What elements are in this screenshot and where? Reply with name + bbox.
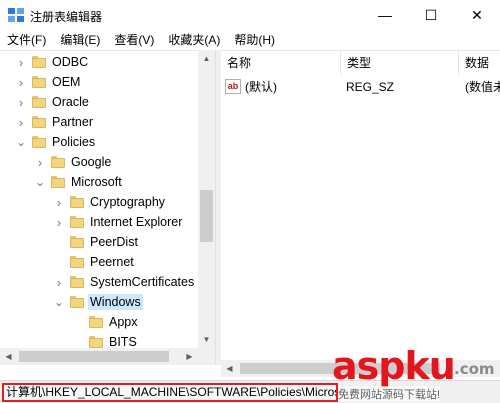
chevron-right-icon[interactable]: › <box>16 112 26 132</box>
watermark-suffix-text: .com <box>454 360 495 378</box>
menu-edit[interactable]: 编辑(E) <box>53 30 107 50</box>
close-button[interactable]: ✕ <box>454 0 500 30</box>
folder-icon <box>32 96 46 108</box>
scroll-left-arrow-icon[interactable]: ◀ <box>0 348 17 365</box>
tree-item[interactable]: › Internet Explorer <box>0 212 198 232</box>
tree-item[interactable]: › Partner <box>0 112 198 132</box>
tree-horizontal-scrollbar[interactable]: ◀ ▶ <box>0 348 215 365</box>
folder-icon <box>32 116 46 128</box>
folder-icon <box>70 216 84 228</box>
folder-icon <box>32 136 46 148</box>
values-list: 名称 类型 数据 ab (默认) REG_SZ (数值未 <box>221 50 500 365</box>
regedit-app-icon <box>8 8 24 22</box>
maximize-icon: ☐ <box>424 6 438 23</box>
tree-item[interactable]: ⌄ Policies <box>0 132 198 152</box>
registry-path: 计算机\HKEY_LOCAL_MACHINE\SOFTWARE\Policies… <box>2 383 338 402</box>
tree-item[interactable]: › Google <box>0 152 198 172</box>
tree-vertical-scrollbar[interactable]: ▲ ▼ <box>198 50 215 348</box>
chevron-right-icon[interactable]: › <box>54 212 64 232</box>
chevron-down-icon[interactable]: ⌄ <box>35 172 45 192</box>
value-name: (默认) <box>245 80 277 94</box>
folder-icon <box>89 316 103 328</box>
chevron-right-icon[interactable]: › <box>54 192 64 212</box>
tree-item[interactable]: Appx <box>0 312 198 332</box>
folder-icon <box>89 336 103 348</box>
menu-file[interactable]: 文件(F) <box>0 30 53 50</box>
chevron-right-icon[interactable]: › <box>16 52 26 72</box>
tree-item[interactable]: › SystemCertificates <box>0 272 198 292</box>
column-header-data[interactable]: 数据 <box>459 51 500 75</box>
value-type: REG_SZ <box>346 80 395 94</box>
maximize-button[interactable]: ☐ <box>408 0 454 30</box>
close-icon: ✕ <box>471 6 483 23</box>
folder-icon <box>70 256 84 268</box>
registry-tree: › ODBC › OEM › Oracle › Partner ⌄ Policies › Google… <box>0 50 215 365</box>
minimize-button[interactable]: — <box>362 0 408 30</box>
tree-item[interactable]: › Cryptography <box>0 192 198 212</box>
chevron-down-icon[interactable]: ⌄ <box>16 132 26 152</box>
tree-item-label: ODBC <box>52 55 89 69</box>
tree-item-label: SystemCertificates <box>90 275 195 289</box>
tree-item-label: Windows <box>88 294 143 310</box>
tree-item-label: Partner <box>52 115 93 129</box>
tree-item-label: Policies <box>52 135 96 149</box>
tree-item-label: Peernet <box>90 255 134 269</box>
tree-item-label: PeerDist <box>90 235 138 249</box>
menu-bar: 文件(F) 编辑(E) 查看(V) 收藏夹(A) 帮助(H) <box>0 30 500 50</box>
tree-item[interactable]: PeerDist <box>0 232 198 252</box>
tree-item[interactable]: ⌄ Windows <box>0 292 198 312</box>
menu-help[interactable]: 帮助(H) <box>227 30 282 50</box>
tree-item-label: OEM <box>52 75 81 89</box>
tree-item-label: Internet Explorer <box>90 215 183 229</box>
tree-item[interactable]: › Oracle <box>0 92 198 112</box>
scroll-up-arrow-icon[interactable]: ▲ <box>198 50 215 67</box>
column-header-type[interactable]: 类型 <box>341 51 459 75</box>
tree-item[interactable]: › OEM <box>0 72 198 92</box>
title-bar: 注册表编辑器 — ☐ ✕ <box>0 0 500 30</box>
chevron-right-icon[interactable]: › <box>54 272 64 292</box>
chevron-down-icon[interactable]: ⌄ <box>54 292 64 312</box>
value-data: (数值未 <box>465 80 500 94</box>
tree-item[interactable]: › ODBC <box>0 52 198 72</box>
tree-item-label: Oracle <box>52 95 89 109</box>
tree-scroll-thumb[interactable] <box>200 190 213 242</box>
folder-icon <box>51 176 65 188</box>
folder-icon <box>70 296 84 308</box>
tree-item-label: Appx <box>109 315 138 329</box>
tree-item-label: Google <box>71 155 112 169</box>
folder-icon <box>70 236 84 248</box>
window-title: 注册表编辑器 <box>30 10 103 24</box>
list-item[interactable]: ab (默认) REG_SZ (数值未 <box>221 77 500 97</box>
folder-icon <box>32 76 46 88</box>
watermark-main-text: aspku <box>332 344 456 388</box>
scroll-left-arrow-icon[interactable]: ◀ <box>221 360 238 377</box>
folder-icon <box>70 276 84 288</box>
folder-icon <box>32 56 46 68</box>
scroll-down-arrow-icon[interactable]: ▼ <box>198 331 215 348</box>
tree-item-label: Cryptography <box>90 195 166 209</box>
menu-view[interactable]: 查看(V) <box>107 30 161 50</box>
chevron-right-icon[interactable]: › <box>16 92 26 112</box>
tree-item[interactable]: ⌄ Microsoft <box>0 172 198 192</box>
chevron-right-icon[interactable]: › <box>16 72 26 92</box>
scroll-right-arrow-icon[interactable]: ▶ <box>181 348 198 365</box>
column-header-name[interactable]: 名称 <box>221 51 341 75</box>
minimize-icon: — <box>378 7 392 23</box>
tree-item[interactable]: Peernet <box>0 252 198 272</box>
watermark-subtitle: 免费网站源码下载站! <box>338 386 441 402</box>
menu-favorites[interactable]: 收藏夹(A) <box>161 30 227 50</box>
tree-hscroll-thumb[interactable] <box>19 351 169 362</box>
folder-icon <box>51 156 65 168</box>
watermark-logo: aspku .com 免费网站源码下载站! <box>332 344 500 403</box>
tree-item-label: Microsoft <box>71 175 122 189</box>
chevron-right-icon[interactable]: › <box>35 152 45 172</box>
folder-icon <box>70 196 84 208</box>
string-value-icon: ab <box>225 79 241 94</box>
